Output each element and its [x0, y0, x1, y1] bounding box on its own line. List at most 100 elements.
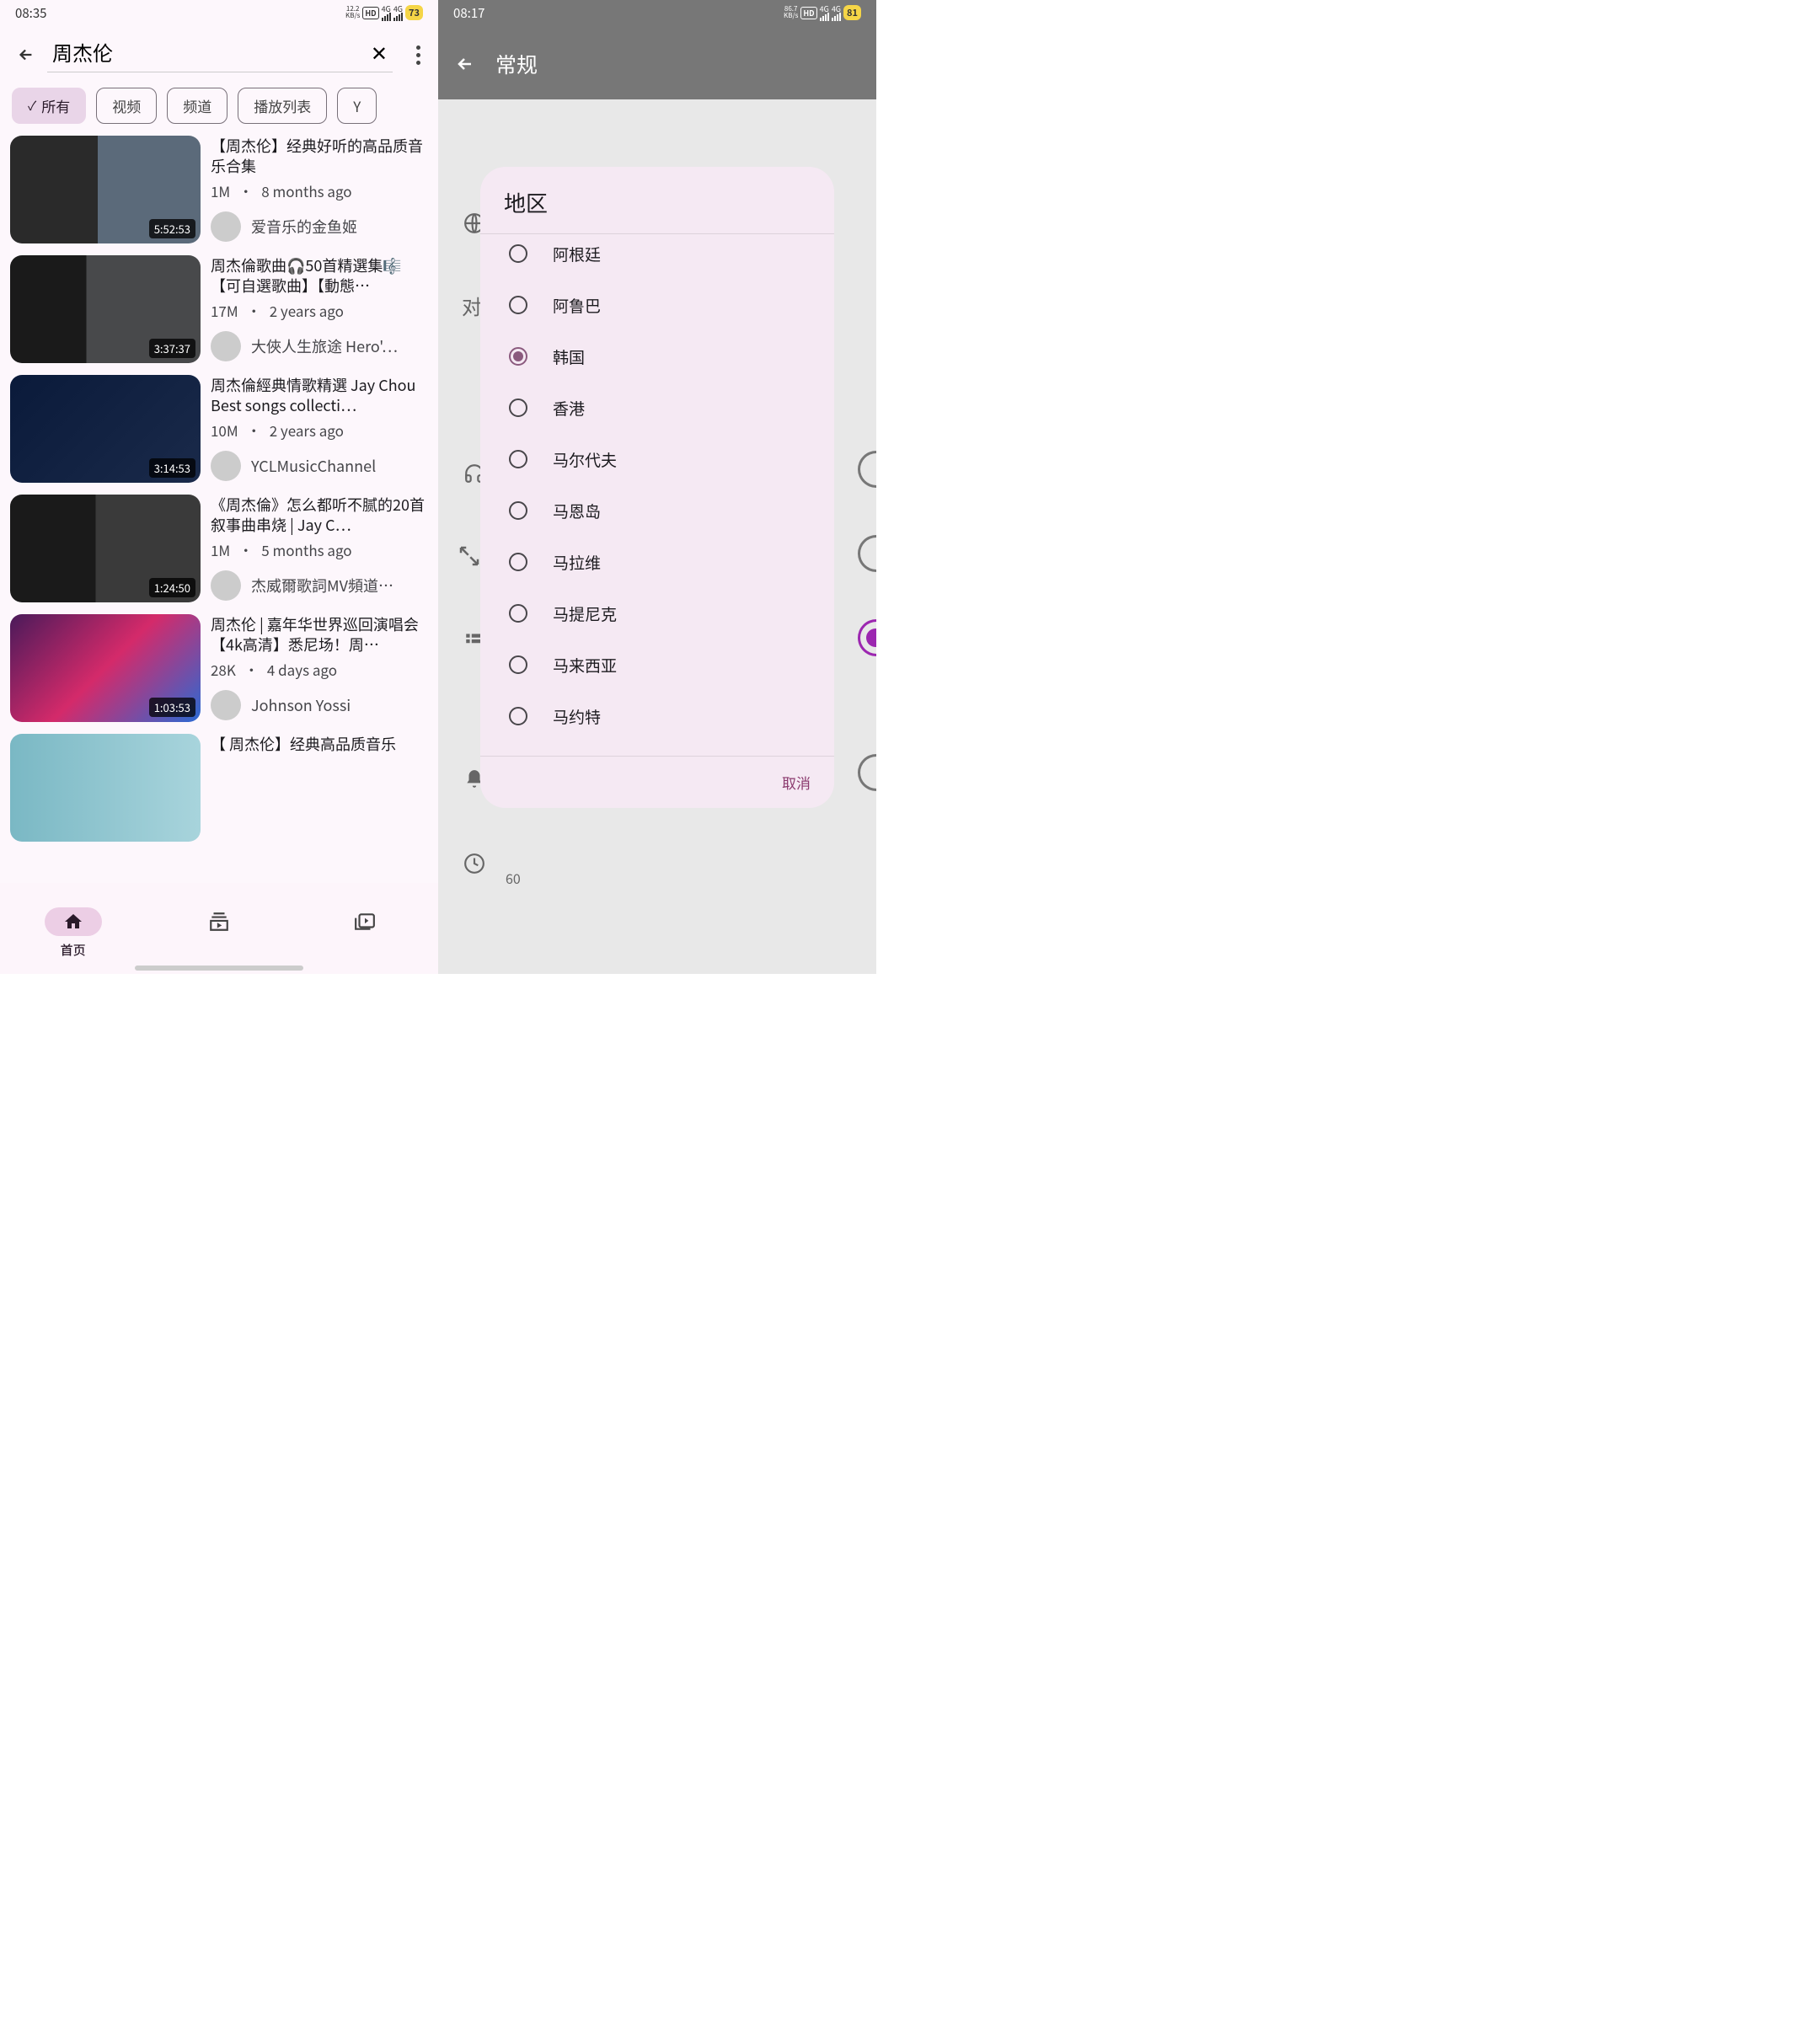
chip-more[interactable]: Y [337, 88, 377, 124]
video-duration: 1:24:50 [149, 578, 195, 597]
channel-name[interactable]: 爱音乐的金鱼姬 [251, 216, 357, 238]
clear-icon[interactable]: ✕ [366, 37, 393, 67]
status-bar: 08:35 12.2KB/s HD 4G 4G 73 [0, 0, 438, 25]
region-option[interactable]: 马恩岛 [480, 485, 834, 537]
video-thumbnail[interactable] [10, 734, 201, 842]
region-option[interactable]: 马尔代夫 [480, 434, 834, 485]
video-duration: 3:14:53 [149, 458, 195, 478]
radio-icon [509, 655, 527, 674]
upload-age: 8 months ago [261, 180, 351, 201]
video-title: 周杰倫歌曲🎧50首精選集🎼【可自選歌曲】【動態… [211, 255, 428, 297]
upload-age: 2 years ago [270, 420, 344, 441]
region-option[interactable]: 阿鲁巴 [480, 280, 834, 331]
region-option[interactable]: 香港 [480, 382, 834, 434]
radio-icon [509, 604, 527, 623]
library-icon [354, 911, 376, 933]
battery-icon: 73 [405, 5, 423, 20]
home-icon [63, 912, 83, 932]
video-title: 【周杰伦】经典好听的高品质音乐合集 [211, 136, 428, 177]
region-label: 马来西亚 [553, 654, 617, 677]
more-icon[interactable] [416, 45, 421, 65]
region-label: 马约特 [553, 705, 601, 728]
check-icon: ✓ [28, 97, 36, 115]
channel-avatar[interactable] [211, 331, 241, 361]
chip-all[interactable]: ✓所有 [12, 88, 86, 124]
search-result[interactable]: 3:14:53 周杰倫經典情歌精選 Jay Chou Best songs co… [10, 375, 428, 483]
channel-name[interactable]: 杰威爾歌詞MV頻道… [251, 575, 393, 596]
channel-name[interactable]: 大俠人生旅途 Hero'… [251, 335, 398, 357]
nav-library[interactable] [336, 907, 393, 959]
nav-home[interactable]: 首页 [45, 907, 102, 959]
region-option[interactable]: 韩国 [480, 331, 834, 382]
region-option[interactable]: 马拉维 [480, 537, 834, 588]
radio-icon [509, 347, 527, 366]
region-label: 香港 [553, 397, 585, 420]
video-title: 周杰伦 | 嘉年华世界巡回演唱会【4k高清】悉尼场！周… [211, 614, 428, 655]
region-label: 马尔代夫 [553, 448, 617, 471]
chip-playlist[interactable]: 播放列表 [238, 88, 327, 124]
video-duration: 5:52:53 [149, 219, 195, 238]
dialog-title: 地区 [480, 167, 834, 233]
chip-channel[interactable]: 频道 [167, 88, 228, 124]
region-option[interactable]: 阿根廷 [480, 238, 834, 280]
chip-video[interactable]: 视频 [96, 88, 157, 124]
video-title: 周杰倫經典情歌精選 Jay Chou Best songs collecti… [211, 375, 428, 416]
filter-chips: ✓所有 视频 频道 播放列表 Y [0, 78, 438, 136]
region-label: 马拉维 [553, 551, 601, 574]
region-option[interactable]: 马来西亚 [480, 639, 834, 691]
radio-icon [509, 399, 527, 417]
video-thumbnail[interactable]: 1:24:50 [10, 495, 201, 602]
search-result[interactable]: 3:37:37 周杰倫歌曲🎧50首精選集🎼【可自選歌曲】【動態… 17M•2 y… [10, 255, 428, 363]
channel-avatar[interactable] [211, 570, 241, 601]
radio-icon [509, 501, 527, 520]
channel-avatar[interactable] [211, 211, 241, 242]
cancel-button[interactable]: 取消 [782, 772, 811, 793]
bottom-nav: 首页 [0, 883, 438, 974]
region-label: 阿鲁巴 [553, 294, 601, 317]
upload-age: 2 years ago [270, 300, 344, 321]
video-title: 《周杰倫》怎么都听不腻的20首叙事曲串烧 | Jay C… [211, 495, 428, 536]
radio-icon [509, 450, 527, 468]
channel-name[interactable]: Johnson Yossi [251, 694, 351, 716]
view-count: 10M [211, 420, 238, 441]
back-icon[interactable] [17, 45, 35, 64]
radio-icon [509, 707, 527, 725]
region-dialog: 地区 阿根廷阿鲁巴韩国香港马尔代夫马恩岛马拉维马提尼克马来西亚马约特 取消 [480, 167, 834, 808]
video-thumbnail[interactable]: 3:37:37 [10, 255, 201, 363]
upload-age: 5 months ago [261, 539, 351, 560]
search-result[interactable]: 5:52:53 【周杰伦】经典好听的高品质音乐合集 1M•8 months ag… [10, 136, 428, 243]
view-count: 28K [211, 659, 236, 680]
view-count: 1M [211, 180, 230, 201]
region-label: 韩国 [553, 345, 585, 368]
video-thumbnail[interactable]: 5:52:53 [10, 136, 201, 243]
video-duration: 1:03:53 [149, 698, 195, 717]
region-label: 阿根廷 [553, 243, 601, 265]
dialog-overlay[interactable]: 地区 阿根廷阿鲁巴韩国香港马尔代夫马恩岛马拉维马提尼克马来西亚马约特 取消 [438, 0, 876, 974]
radio-icon [509, 244, 527, 263]
search-result[interactable]: 【 周杰伦】经典高品质音乐 [10, 734, 428, 842]
video-thumbnail[interactable]: 3:14:53 [10, 375, 201, 483]
channel-avatar[interactable] [211, 690, 241, 720]
view-count: 1M [211, 539, 230, 560]
subscriptions-icon [208, 911, 230, 933]
view-count: 17M [211, 300, 238, 321]
region-option[interactable]: 马提尼克 [480, 588, 834, 639]
upload-age: 4 days ago [267, 659, 337, 680]
radio-icon [509, 553, 527, 571]
channel-avatar[interactable] [211, 451, 241, 481]
region-label: 马提尼克 [553, 602, 617, 625]
search-input[interactable] [47, 40, 366, 64]
status-time: 08:35 [15, 4, 46, 22]
nav-subscriptions[interactable] [190, 907, 248, 959]
gesture-handle[interactable] [135, 966, 303, 971]
hd-icon: HD [362, 7, 378, 19]
region-label: 马恩岛 [553, 500, 601, 522]
region-option[interactable]: 马约特 [480, 691, 834, 742]
channel-name[interactable]: YCLMusicChannel [251, 455, 376, 477]
video-title: 【 周杰伦】经典高品质音乐 [211, 734, 428, 754]
search-result[interactable]: 1:03:53 周杰伦 | 嘉年华世界巡回演唱会【4k高清】悉尼场！周… 28K… [10, 614, 428, 722]
video-thumbnail[interactable]: 1:03:53 [10, 614, 201, 722]
radio-icon [509, 296, 527, 314]
video-duration: 3:37:37 [149, 339, 195, 358]
search-result[interactable]: 1:24:50 《周杰倫》怎么都听不腻的20首叙事曲串烧 | Jay C… 1M… [10, 495, 428, 602]
